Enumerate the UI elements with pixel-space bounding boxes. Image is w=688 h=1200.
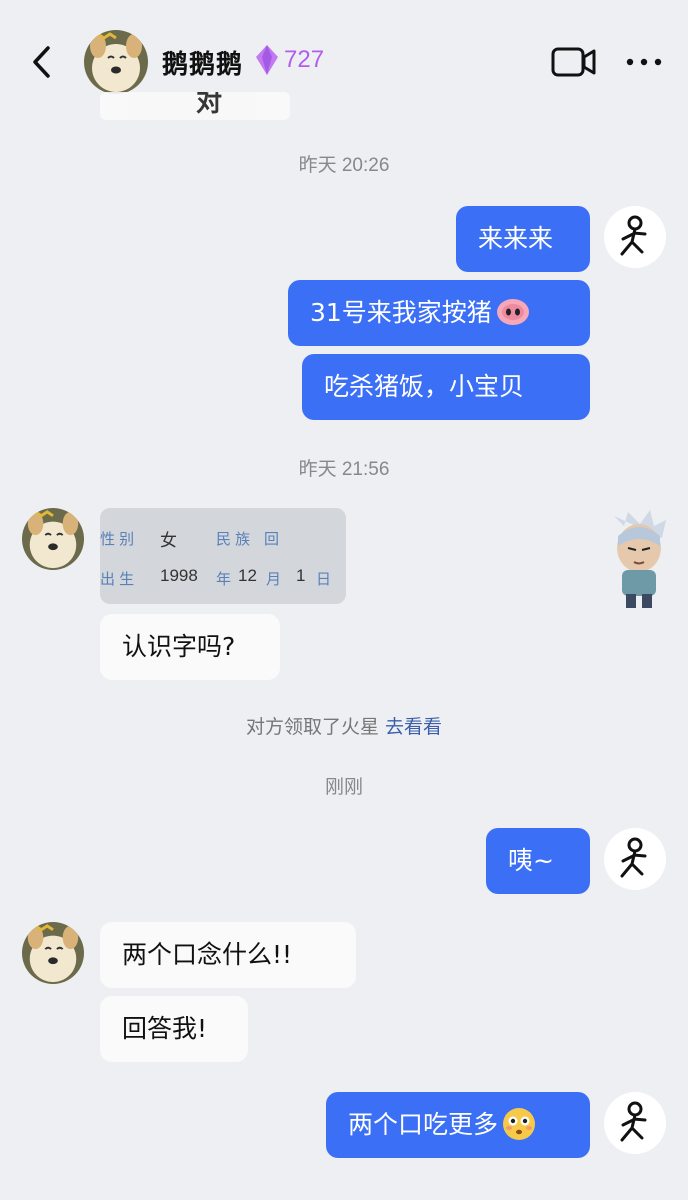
message-text: 两个口吃更多: [348, 1110, 499, 1139]
contact-avatar[interactable]: [22, 922, 84, 984]
contact-name[interactable]: 鹅鹅鹅: [162, 44, 243, 81]
chat-header: 鹅鹅鹅 727 对: [0, 0, 688, 120]
back-arrow-icon[interactable]: [22, 42, 62, 82]
contact-avatar[interactable]: [22, 508, 84, 570]
outgoing-message[interactable]: 两个口吃更多: [326, 1092, 590, 1158]
year-char: 年: [216, 571, 232, 588]
more-icon[interactable]: [622, 44, 666, 80]
stickman-icon: [620, 837, 647, 878]
birth-month: 12: [238, 566, 257, 585]
flushed-face-emoji-icon: [503, 1108, 536, 1140]
month-char: 月: [266, 571, 282, 588]
self-avatar[interactable]: [604, 1092, 666, 1154]
self-avatar[interactable]: [604, 828, 666, 890]
gender-value: 女: [160, 531, 177, 550]
birth-year: 1998: [160, 566, 198, 585]
contact-avatar[interactable]: [84, 30, 148, 94]
system-notice: 对方领取了火星 去看看: [0, 712, 688, 739]
gem-icon: [254, 44, 280, 76]
incoming-message[interactable]: 回答我!: [100, 996, 248, 1062]
system-notice-text: 对方领取了火星: [245, 716, 379, 738]
outgoing-message[interactable]: 咦~: [486, 828, 590, 894]
timestamp: 昨天 21:56: [298, 459, 390, 480]
previous-message-fragment: 对: [100, 92, 290, 120]
timestamp: 昨天 20:26: [298, 155, 390, 176]
incoming-message[interactable]: 认识字吗?: [100, 614, 280, 680]
birth-label: 出 生: [100, 571, 135, 588]
view-link[interactable]: 去看看: [385, 716, 442, 738]
video-call-icon[interactable]: [550, 44, 598, 80]
stickman-icon: [620, 215, 647, 256]
ethnicity-value: 回: [264, 531, 280, 548]
message-text: 31号来我家按猪: [310, 298, 492, 327]
timestamp: 刚刚: [324, 777, 363, 798]
outgoing-message[interactable]: 31号来我家按猪: [288, 280, 590, 346]
outgoing-message[interactable]: 来来来: [456, 206, 590, 272]
stickman-icon: [620, 1101, 647, 1142]
outgoing-message[interactable]: 吃杀猪饭，小宝贝: [302, 354, 590, 420]
id-card-image[interactable]: 性 别 女 民 族 回 出 生 1998 年 12 月 1 日: [100, 508, 346, 604]
cartoon-sticker: [600, 506, 678, 612]
gender-label: 性 别: [100, 531, 135, 548]
incoming-message[interactable]: 两个口念什么!!: [100, 922, 356, 988]
birth-day: 1: [296, 566, 306, 585]
intimacy-score: 727: [284, 46, 325, 73]
ethnicity-label: 民 族: [216, 531, 251, 548]
day-char: 日: [316, 571, 332, 588]
self-avatar[interactable]: [604, 206, 666, 268]
pig-nose-emoji-icon: [496, 299, 529, 325]
